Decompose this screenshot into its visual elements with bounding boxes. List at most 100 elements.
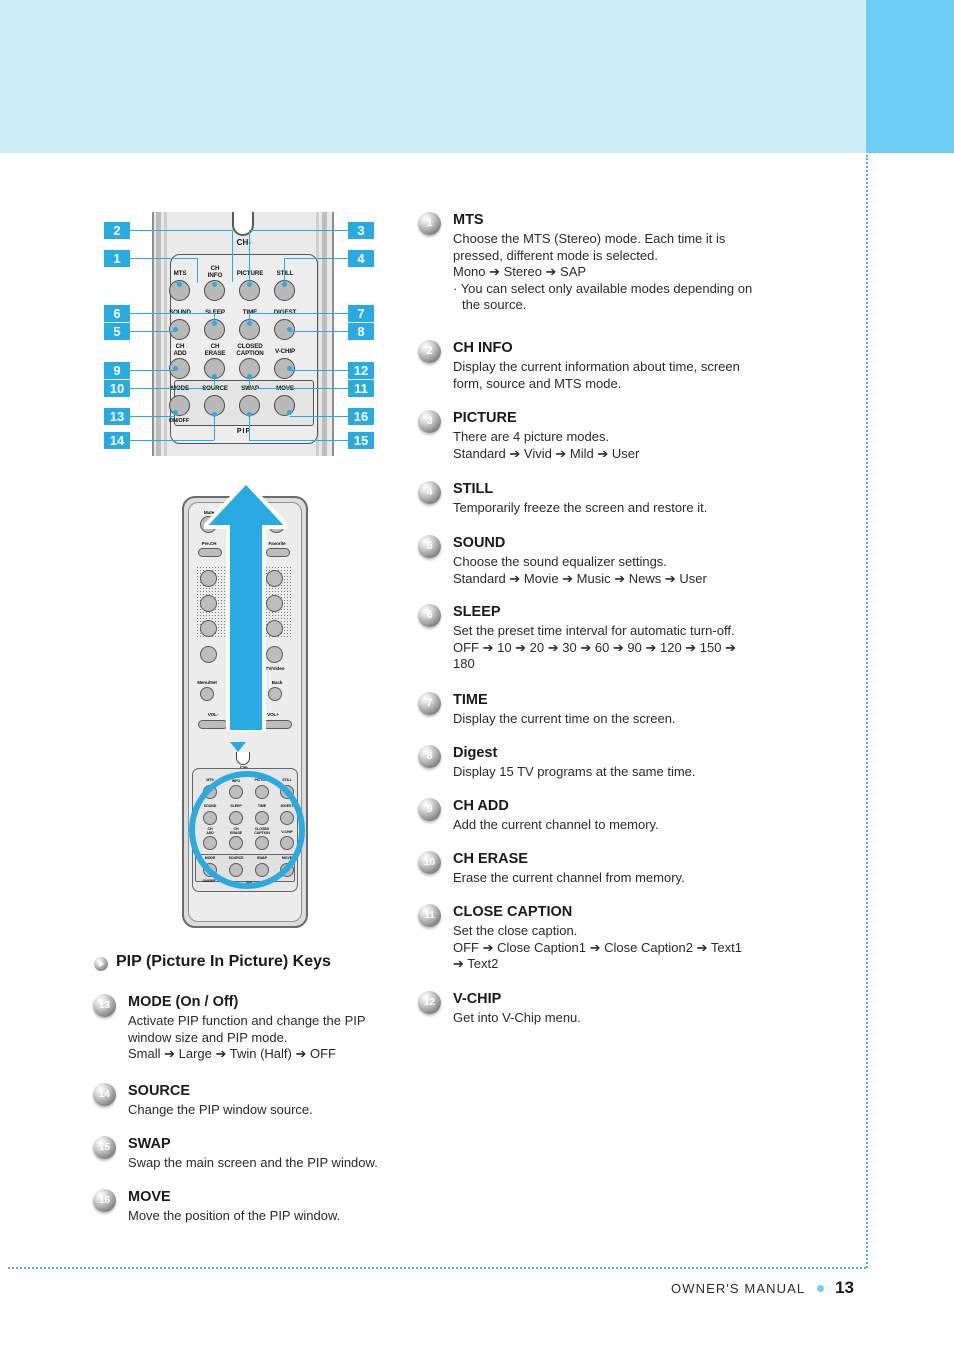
entry-body-close-caption: Set the close caption. OFF ➔ Close Capti… [453,923,813,973]
entry-line: Small ➔ Large ➔ Twin (Half) ➔ OFF [128,1046,336,1061]
entry-badge-13: 13 [93,994,116,1017]
entry-badge-3: 3 [418,410,441,433]
callout-leader-10 [214,376,215,388]
key-label-ch-add: CH ADD [173,343,187,357]
upward-arrow [204,482,288,732]
callout-line-14 [130,440,214,441]
callout-14: 14 [104,432,130,449]
remote-keypad-callout-diagram: CH- PIP MTS CH INFO PICTURE STILL SOUND S… [104,210,382,460]
callout-13: 13 [104,408,130,425]
entry-badge-5: 5 [418,535,441,558]
entry-line: Choose the sound equalizer settings. [453,554,667,569]
key-label-move: MOVE [276,385,294,392]
entry-body-digest: Display 15 TV programs at the same time. [453,764,813,781]
entry-body-pip-move: Move the position of the PIP window. [128,1208,428,1225]
entry-title-mts: MTS [453,212,484,228]
entry-badge-16: 16 [93,1189,116,1212]
entry-note-cont: the source. [462,297,527,312]
entry-body-sleep: Set the preset time interval for automat… [453,623,813,673]
anchor-dot-16 [287,410,292,415]
entry-badge-2: 2 [418,340,441,363]
entry-body-ch-add: Add the current channel to memory. [453,817,813,834]
highlight-circle [189,771,305,889]
callout-line-16 [290,416,348,417]
key-label-ch-info: CH INFO [207,265,223,279]
anchor-dot-13 [173,410,178,415]
entry-line: pressed, different mode is selected. [453,247,658,263]
callout-line-10 [130,388,214,389]
callout-line-9 [130,370,175,371]
entry-line: Set the preset time interval for automat… [453,623,735,638]
entry-badge-7: 7 [418,692,441,715]
entry-line: 180 [453,656,475,671]
callout-line-12 [290,370,348,371]
entry-body-v-chip: Get into V-Chip menu. [453,1010,813,1027]
page-border-horizontal-dotted [8,1267,866,1269]
entry-title-still: STILL [453,481,494,497]
callout-line-1 [130,258,197,259]
callout-16: 16 [348,408,374,425]
key-label-closed-caption: CLOSED CAPTION [236,343,264,357]
key-label-v-chip: V-CHIP [274,348,296,355]
entry-title-ch-erase: CH ERASE [453,851,528,867]
callout-line-11 [249,388,348,389]
entry-line: There are 4 picture modes. [453,429,610,444]
remote-control-illustration: Mute Pre.CH Favorite TV/Video Menu/Set B… [178,482,312,930]
key-label-swap: SWAP [241,385,259,392]
anchor-dot-2 [212,282,217,287]
callout-7: 7 [348,305,374,322]
entry-line: Change the PIP window source. [128,1102,313,1117]
callout-leader-4 [284,258,285,283]
entry-title-sleep: SLEEP [453,604,501,620]
callout-6: 6 [104,305,130,322]
callout-leader-6 [214,313,215,324]
entry-line: OFF ➔ Close Caption1 ➔ Close Caption2 ➔ … [453,939,742,955]
key-label-on-off: ON/OFF [168,418,190,424]
key-label-mode: MODE [170,385,190,392]
entry-title-ch-info: CH INFO [453,340,513,356]
entry-line: form, source and MTS mode. [453,375,622,391]
key-label-mts: MTS [173,270,187,277]
footer-dot-icon [816,1284,824,1292]
callout-leader-11 [249,376,250,388]
pip-group-label: PIP [174,428,314,435]
callout-line-13 [130,416,175,417]
entry-line: Choose the MTS (Stereo) mode. Each time … [453,231,726,246]
entry-line: Get into V-Chip menu. [453,1010,581,1025]
callout-2: 2 [104,222,130,239]
callout-11: 11 [348,380,374,397]
entry-body-ch-info: Display the current information about ti… [453,359,813,392]
entry-badge-11: 11 [418,904,441,927]
entry-title-time: TIME [453,692,488,708]
callout-line-5 [130,331,175,332]
entry-title-digest: Digest [453,745,498,761]
entry-body-picture: There are 4 picture modes. Standard ➔ Vi… [453,429,813,462]
entry-line: Erase the current channel from memory. [453,870,685,885]
entry-line: ➔ Text2 [453,956,499,971]
entry-line: Add the current channel to memory. [453,817,659,832]
entry-body-mts: Choose the MTS (Stereo) mode. Each time … [453,231,813,314]
entry-line: Standard ➔ Vivid ➔ Mild ➔ User [453,445,640,461]
callout-line-8 [290,331,348,332]
callout-1: 1 [104,250,130,267]
entry-title-close-caption: CLOSE CAPTION [453,904,573,920]
key-label-ch-erase: CH ERASE [204,343,226,357]
entry-line: Temporarily freeze the screen and restor… [453,500,708,515]
entry-title-pip-move: MOVE [128,1189,171,1205]
remote-rail-right [322,212,327,456]
entry-title-v-chip: V-CHIP [453,991,502,1007]
key-label-still: STILL [276,270,294,277]
callout-8: 8 [348,323,374,340]
callout-leader-2 [232,230,233,282]
arrow-tip-marker [230,742,246,752]
entry-line: Swap the main screen and the PIP window. [128,1155,378,1170]
section-bullet-icon [94,957,108,971]
entry-line: Display 15 TV programs at the same time. [453,764,696,779]
entry-badge-4: 4 [418,481,441,504]
entry-line: Mono ➔ Stereo ➔ SAP [453,264,587,279]
page-footer: OWNER'S MANUAL 13 [0,1278,866,1298]
page-border-vertical-dotted [866,155,868,1268]
entry-body-time: Display the current time on the screen. [453,711,813,728]
footer-manual-text: OWNER'S MANUAL [671,1281,806,1296]
callout-leader-3 [249,230,250,282]
